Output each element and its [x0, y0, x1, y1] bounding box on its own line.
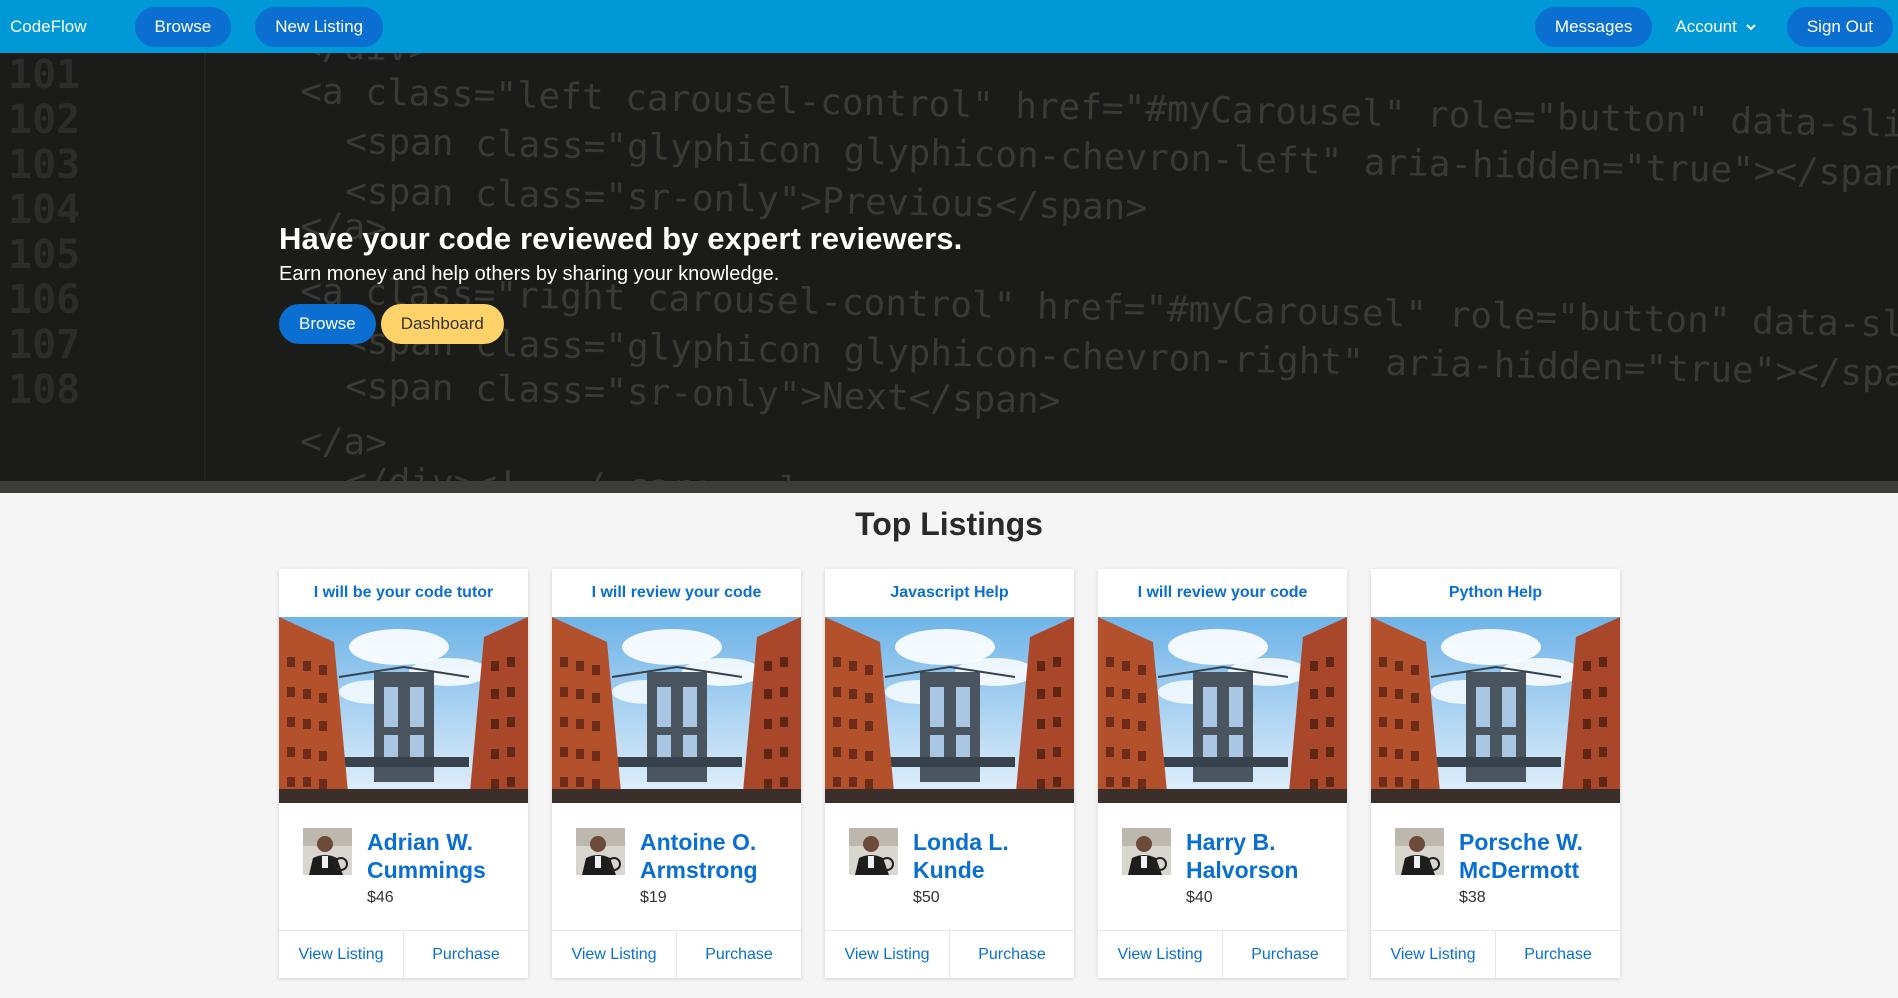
nav-browse-button[interactable]: Browse	[134, 6, 232, 47]
code-line-number: 101	[8, 53, 80, 98]
listing-card: I will review your code Harry B. Halvors…	[1098, 569, 1347, 978]
code-line-text: </a>	[300, 421, 388, 464]
purchase-button[interactable]: Purchase	[949, 931, 1074, 978]
listing-price: $50	[913, 889, 940, 906]
listing-price: $38	[1459, 889, 1486, 906]
listing-card: Javascript Help Londa L. Kunde $50 View …	[825, 569, 1074, 978]
account-label: Account	[1675, 16, 1737, 36]
view-listing-button[interactable]: View Listing	[552, 931, 676, 978]
seller-name[interactable]: Antoine O. Armstrong	[640, 828, 790, 884]
listing-image[interactable]	[1098, 617, 1347, 803]
hero-bottom-strip	[0, 481, 1898, 493]
listing-title[interactable]: I will review your code	[552, 569, 801, 617]
seller-avatar[interactable]	[1122, 828, 1171, 875]
seller-avatar[interactable]	[303, 828, 352, 875]
view-listing-button[interactable]: View Listing	[279, 931, 403, 978]
chevron-down-icon	[1746, 23, 1756, 30]
code-line-number: 103	[8, 142, 80, 188]
seller-details: Londa L. Kunde $50	[913, 828, 1063, 930]
code-line-number: 107	[8, 322, 80, 368]
seller-avatar[interactable]	[849, 828, 898, 875]
hero-browse-button[interactable]: Browse	[279, 304, 376, 344]
listing-title[interactable]: I will be your code tutor	[279, 569, 528, 617]
brand-logo[interactable]: CodeFlow	[10, 17, 87, 37]
hero-buttons: Browse Dashboard	[279, 304, 962, 344]
listing-card: Python Help Porsche W. McDermott $38 Vie…	[1371, 569, 1620, 978]
listing-image[interactable]	[825, 617, 1074, 803]
listing-card: I will review your code Antoine O. Armst…	[552, 569, 801, 978]
listing-actions: View Listing Purchase	[825, 930, 1074, 978]
code-line-number: 105	[8, 232, 80, 278]
seller-avatar[interactable]	[576, 828, 625, 875]
seller-details: Porsche W. McDermott $38	[1459, 828, 1609, 930]
listing-image[interactable]	[552, 617, 801, 803]
hero-content: Have your code reviewed by expert review…	[279, 221, 962, 344]
account-dropdown[interactable]: Account	[1675, 17, 1756, 37]
purchase-button[interactable]: Purchase	[1222, 931, 1347, 978]
seller-name[interactable]: Londa L. Kunde	[913, 828, 1063, 884]
nav-right-group: Messages Account Sign Out	[1534, 6, 1893, 47]
listing-actions: View Listing Purchase	[1371, 930, 1620, 978]
seller-avatar[interactable]	[1395, 828, 1444, 875]
seller-details: Harry B. Halvorson $40	[1186, 828, 1336, 930]
seller-details: Antoine O. Armstrong $19	[640, 828, 790, 930]
code-line-number: 108	[8, 367, 80, 413]
listing-title[interactable]: Javascript Help	[825, 569, 1074, 617]
hero-subtitle: Earn money and help others by sharing yo…	[279, 263, 780, 285]
code-line-number: 102	[8, 97, 80, 143]
listing-actions: View Listing Purchase	[279, 930, 528, 978]
seller-name[interactable]: Porsche W. McDermott	[1459, 828, 1609, 884]
sign-out-button[interactable]: Sign Out	[1786, 6, 1893, 47]
listing-image[interactable]	[1371, 617, 1620, 803]
listing-seller-info: Adrian W. Cummings $46	[279, 803, 528, 930]
seller-name[interactable]: Adrian W. Cummings	[367, 828, 517, 884]
code-line-number: 104	[8, 187, 80, 233]
listing-image[interactable]	[279, 617, 528, 803]
view-listing-button[interactable]: View Listing	[825, 931, 949, 978]
nav-left-group: CodeFlow Browse New Listing	[0, 6, 384, 47]
listing-price: $19	[640, 889, 667, 906]
nav-new-listing-button[interactable]: New Listing	[255, 6, 384, 47]
listing-actions: View Listing Purchase	[1098, 930, 1347, 978]
hero-banner: 101102103104105106107108 </div><a class=…	[0, 53, 1898, 493]
listing-cards: I will be your code tutor Adrian W. Cumm…	[279, 569, 1620, 978]
top-listings-heading: Top Listings	[855, 506, 1043, 542]
view-listing-button[interactable]: View Listing	[1371, 931, 1495, 978]
view-listing-button[interactable]: View Listing	[1098, 931, 1222, 978]
listing-actions: View Listing Purchase	[552, 930, 801, 978]
listing-price: $40	[1186, 889, 1213, 906]
nav-messages-button[interactable]: Messages	[1534, 6, 1653, 47]
hero-title: Have your code reviewed by expert review…	[279, 221, 963, 256]
purchase-button[interactable]: Purchase	[676, 931, 801, 978]
purchase-button[interactable]: Purchase	[1495, 931, 1620, 978]
seller-details: Adrian W. Cummings $46	[367, 828, 517, 930]
listing-title[interactable]: Python Help	[1371, 569, 1620, 617]
hero-dashboard-button[interactable]: Dashboard	[380, 304, 504, 344]
listing-price: $46	[367, 889, 394, 906]
listing-seller-info: Harry B. Halvorson $40	[1098, 803, 1347, 930]
purchase-button[interactable]: Purchase	[403, 931, 528, 978]
listing-seller-info: Antoine O. Armstrong $19	[552, 803, 801, 930]
code-line-text: </div>	[300, 53, 431, 70]
listing-seller-info: Londa L. Kunde $50	[825, 803, 1074, 930]
listing-card: I will be your code tutor Adrian W. Cumm…	[279, 569, 528, 978]
top-navbar: CodeFlow Browse New Listing Messages Acc…	[0, 0, 1898, 53]
code-line-number: 106	[8, 277, 80, 323]
seller-name[interactable]: Harry B. Halvorson	[1186, 828, 1336, 884]
listing-seller-info: Porsche W. McDermott $38	[1371, 803, 1620, 930]
listing-title[interactable]: I will review your code	[1098, 569, 1347, 617]
